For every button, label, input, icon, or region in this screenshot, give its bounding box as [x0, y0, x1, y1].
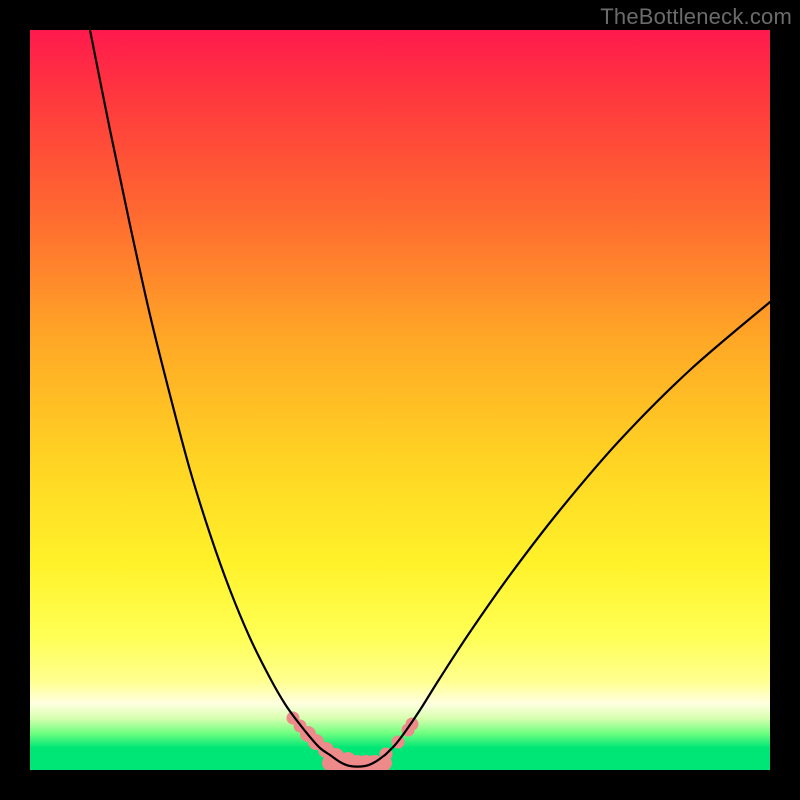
- bottleneck-curve: [30, 30, 770, 770]
- plot-area: [30, 30, 770, 770]
- chart-frame: TheBottleneck.com: [0, 0, 800, 800]
- watermark-text: TheBottleneck.com: [600, 4, 792, 30]
